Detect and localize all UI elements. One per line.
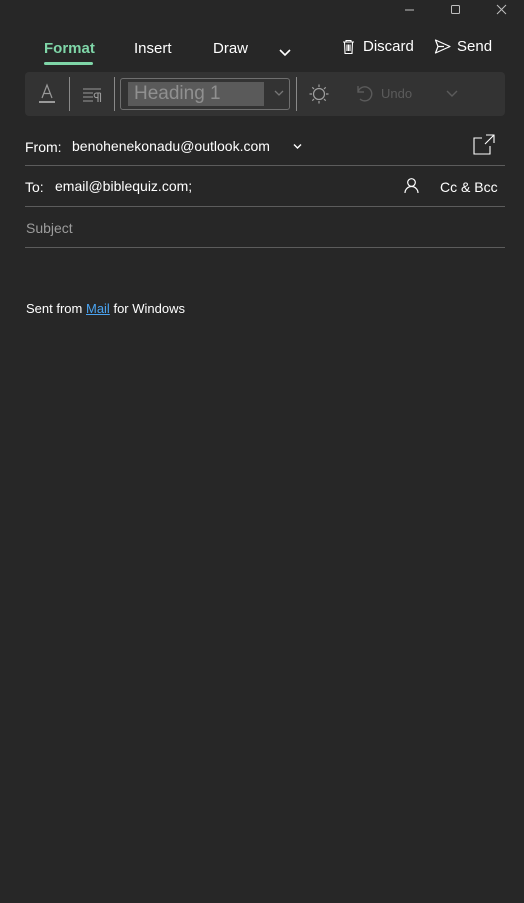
sun-icon <box>309 84 329 104</box>
window-controls <box>386 0 524 18</box>
discard-label: Discard <box>363 38 414 55</box>
ribbon-tabs: Format Insert Draw Discard Send <box>0 36 524 70</box>
more-tabs-chevron-icon[interactable] <box>278 45 292 59</box>
undo-button[interactable]: Undo <box>353 83 412 103</box>
tab-format[interactable]: Format <box>44 40 95 57</box>
send-button[interactable]: Send <box>434 38 492 55</box>
subject-input[interactable]: Subject <box>26 220 73 236</box>
maximize-button[interactable] <box>432 0 478 18</box>
active-tab-indicator <box>44 62 93 65</box>
discard-button[interactable]: Discard <box>340 38 414 55</box>
cc-bcc-button[interactable]: Cc & Bcc <box>440 179 498 195</box>
tab-insert[interactable]: Insert <box>134 40 172 57</box>
subject-row[interactable]: Subject <box>25 207 505 248</box>
to-row: To: email@biblequiz.com; Cc & Bcc <box>25 166 505 207</box>
minimize-button[interactable] <box>386 0 432 18</box>
pop-out-icon[interactable] <box>472 133 496 157</box>
mail-link[interactable]: Mail <box>86 301 110 316</box>
toolbar-divider <box>296 77 297 111</box>
tab-draw[interactable]: Draw <box>213 40 248 57</box>
to-label: To: <box>25 179 44 195</box>
font-color-icon <box>39 83 55 103</box>
toolbar-divider <box>69 77 70 111</box>
chevron-down-icon <box>274 90 284 96</box>
style-dropdown[interactable]: Heading 1 <box>120 78 290 110</box>
send-label: Send <box>457 38 493 55</box>
paragraph-icon <box>83 88 102 102</box>
format-toolbar: Heading 1 Undo <box>25 72 505 116</box>
close-icon <box>496 4 506 14</box>
signature-prefix: Sent from <box>26 301 83 316</box>
from-row: From: benohenekonadu@outlook.com <box>25 125 505 166</box>
account-chevron-down-icon[interactable] <box>292 141 303 152</box>
style-dropdown-value: Heading 1 <box>128 82 264 106</box>
close-button[interactable] <box>478 0 524 18</box>
send-icon <box>434 39 451 54</box>
signature-suffix: for Windows <box>113 301 185 316</box>
undo-icon <box>357 86 373 102</box>
signature: Sent from Mail for Windows <box>26 301 185 316</box>
theme-button[interactable] <box>306 81 332 107</box>
paragraph-formatting-button[interactable] <box>79 81 105 107</box>
trash-icon <box>343 39 354 55</box>
minimize-icon <box>404 9 414 10</box>
from-account[interactable]: benohenekonadu@outlook.com <box>72 138 270 154</box>
to-input[interactable]: email@biblequiz.com; <box>55 178 192 194</box>
undo-label: Undo <box>381 85 413 101</box>
from-label: From: <box>25 139 62 155</box>
chevron-down-icon[interactable] <box>445 86 459 100</box>
font-formatting-button[interactable] <box>34 81 60 107</box>
maximize-icon <box>450 4 460 14</box>
contact-person-icon[interactable] <box>403 177 420 194</box>
toolbar-divider <box>114 77 115 111</box>
